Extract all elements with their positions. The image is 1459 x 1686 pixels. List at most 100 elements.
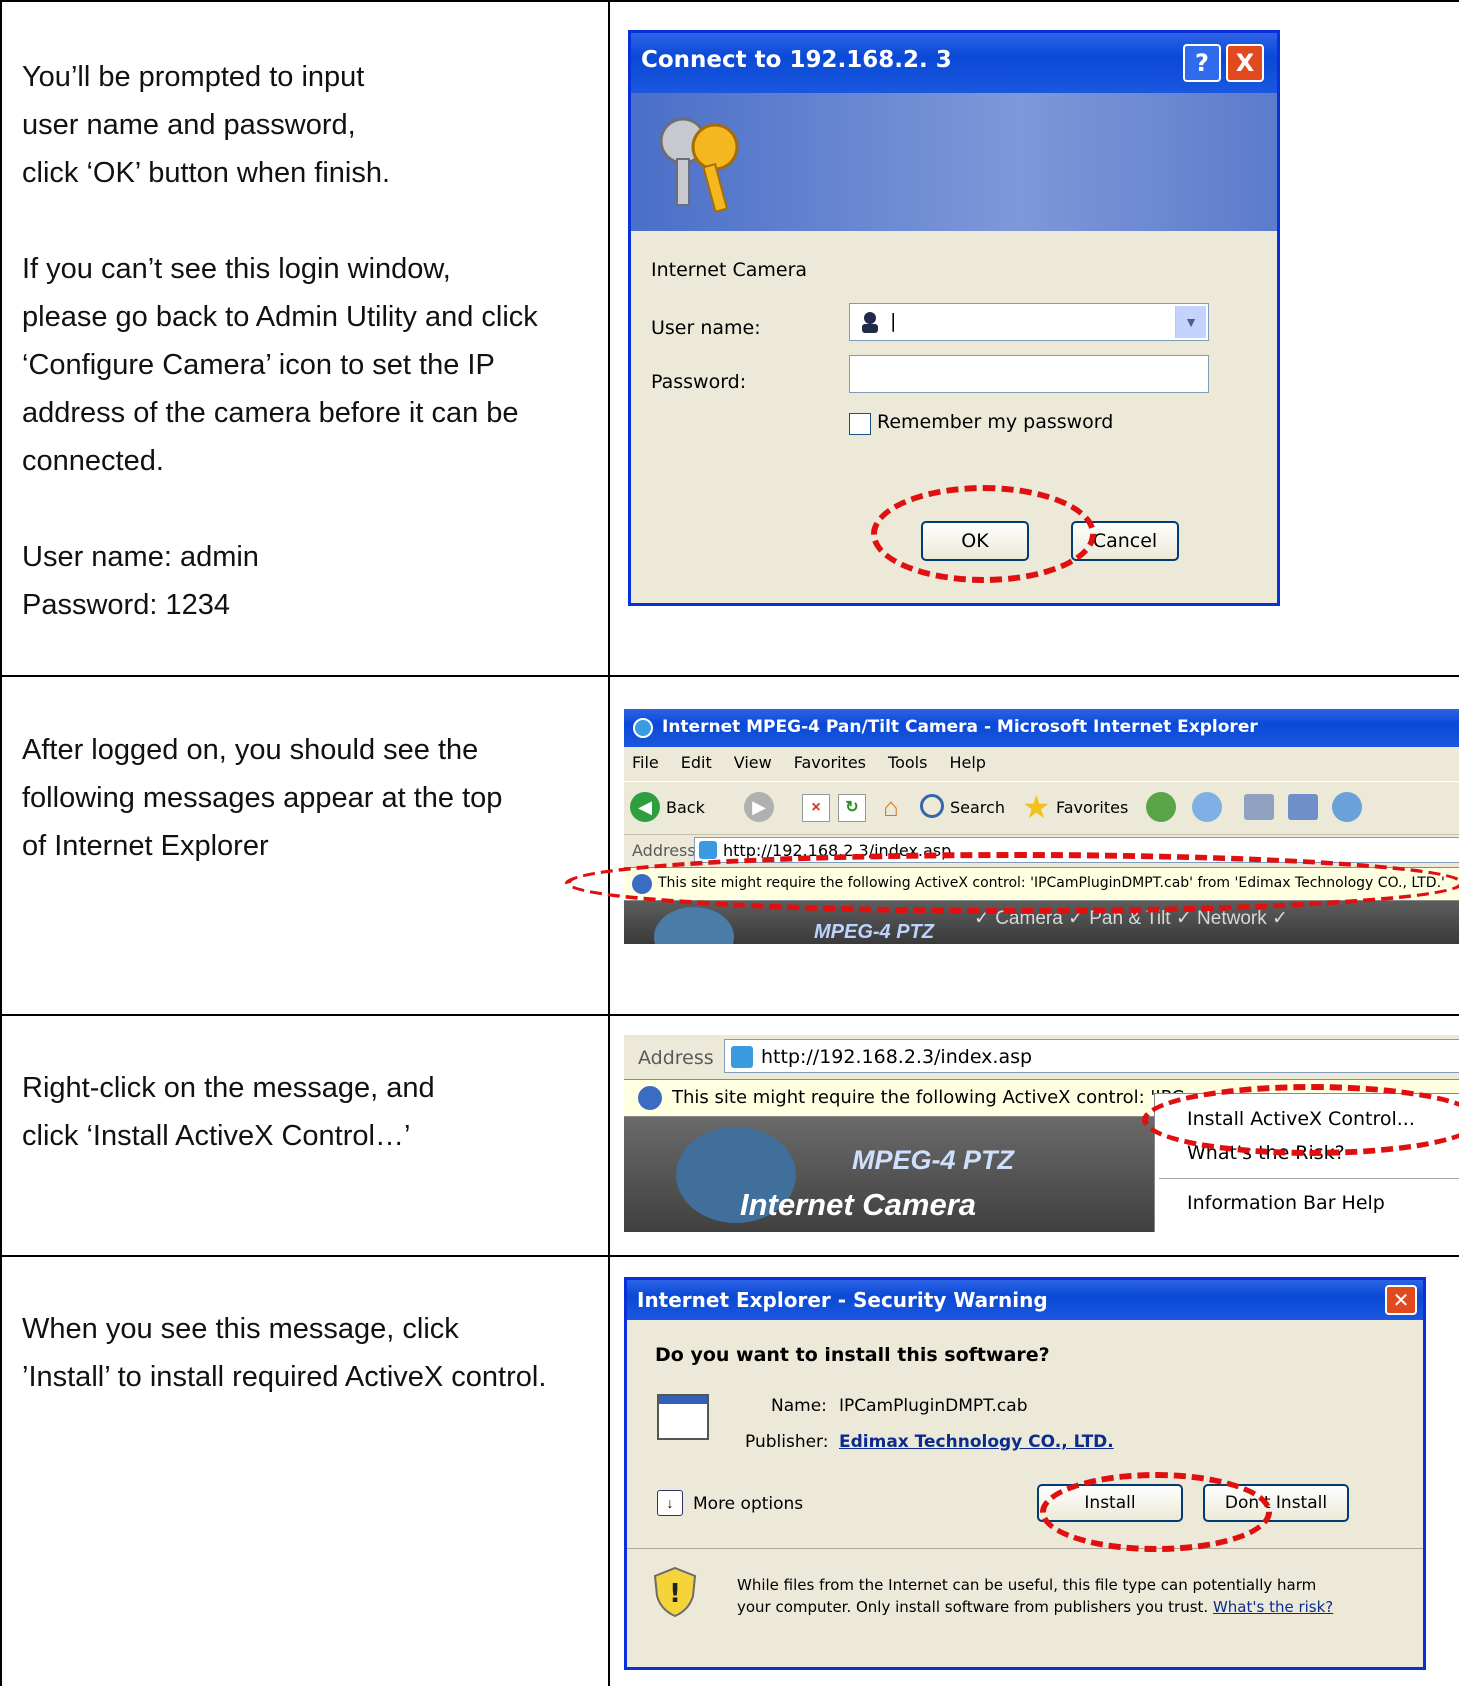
ie-toolbar: ◀ Back ▶ × ↻ ⌂ Search ★ Favorites bbox=[624, 781, 1459, 835]
url-text: http://192.168.2.3/index.asp bbox=[761, 1046, 1033, 1068]
username-field[interactable]: | ▼ bbox=[849, 303, 1209, 341]
refresh-icon[interactable]: ↻ bbox=[838, 794, 866, 822]
username-value: | bbox=[890, 310, 897, 332]
back-arrow-icon[interactable]: ◀ bbox=[630, 792, 660, 822]
home-icon[interactable]: ⌂ bbox=[876, 792, 906, 822]
page-icon bbox=[699, 841, 717, 859]
warning-text-line2: your computer. Only install software fro… bbox=[737, 1598, 1334, 1616]
favorites-star-icon[interactable]: ★ bbox=[1022, 788, 1051, 826]
address-field[interactable]: http://192.168.2.3/index.asp bbox=[724, 1039, 1459, 1073]
stop-icon[interactable]: × bbox=[802, 794, 830, 822]
password-label: Password: bbox=[651, 371, 747, 393]
info-bar-text: This site might require the following Ac… bbox=[672, 1087, 1213, 1108]
warning-text-line1: While files from the Internet can be use… bbox=[737, 1576, 1317, 1594]
search-icon[interactable] bbox=[920, 794, 944, 818]
text-line: connected. bbox=[22, 445, 164, 477]
row-divider bbox=[0, 1255, 1459, 1257]
row1-instructions: You’ll be prompted to input user name an… bbox=[22, 53, 602, 629]
username-label: User name: bbox=[651, 317, 761, 339]
menu-item-info-bar-help[interactable]: Information Bar Help bbox=[1187, 1192, 1385, 1214]
name-value: IPCamPluginDMPT.cab bbox=[839, 1396, 1028, 1416]
row-divider bbox=[0, 675, 1459, 677]
ie-title: Internet MPEG-4 Pan/Tilt Camera - Micros… bbox=[662, 717, 1258, 737]
text-line: following messages appear at the top bbox=[22, 782, 503, 814]
ie-address-bar: Address http://192.168.2.3/index.asp bbox=[624, 1035, 1459, 1077]
address-label: Address bbox=[638, 1047, 714, 1069]
edit-icon[interactable] bbox=[1288, 794, 1318, 820]
table-border-left bbox=[0, 0, 2, 1686]
row4-instructions: When you see this message, click ’Instal… bbox=[22, 1305, 602, 1401]
text-line: When you see this message, click bbox=[22, 1313, 459, 1345]
ie-menubar: File Edit View Favorites Tools Help bbox=[632, 753, 986, 772]
menu-file[interactable]: File bbox=[632, 753, 659, 772]
dialog-title: Internet Explorer - Security Warning bbox=[637, 1288, 1048, 1312]
menu-edit[interactable]: Edit bbox=[681, 753, 712, 772]
table-border-top bbox=[0, 0, 1459, 2]
text-line: user name and password, bbox=[22, 109, 356, 141]
publisher-link[interactable]: Edimax Technology CO., LTD. bbox=[839, 1432, 1114, 1452]
remember-checkbox[interactable] bbox=[849, 413, 871, 435]
back-button[interactable]: Back bbox=[666, 798, 705, 817]
text-line: click ‘Install ActiveX Control…’ bbox=[22, 1120, 411, 1152]
ie-titlebar: Internet MPEG-4 Pan/Tilt Camera - Micros… bbox=[624, 709, 1459, 747]
page-logo-text: MPEG-4 PTZ bbox=[852, 1145, 1015, 1175]
menu-favorites[interactable]: Favorites bbox=[794, 753, 866, 772]
close-button[interactable]: X bbox=[1226, 44, 1264, 82]
security-warning-dialog: Internet Explorer - Security Warning ✕ D… bbox=[624, 1277, 1426, 1670]
row-divider bbox=[0, 1014, 1459, 1016]
highlight-ellipse bbox=[565, 852, 1459, 914]
user-icon bbox=[862, 312, 878, 333]
text-line: If you can’t see this login window, bbox=[22, 253, 451, 285]
print-icon[interactable] bbox=[1244, 794, 1274, 820]
dialog-titlebar: Internet Explorer - Security Warning ✕ bbox=[627, 1280, 1423, 1320]
menu-view[interactable]: View bbox=[734, 753, 772, 772]
history-icon[interactable] bbox=[1146, 792, 1176, 822]
svg-text:!: ! bbox=[669, 1579, 681, 1609]
messenger-icon[interactable] bbox=[1332, 792, 1362, 822]
eye-logo-icon bbox=[654, 907, 734, 944]
text-line: click ‘OK’ button when finish. bbox=[22, 157, 391, 189]
search-button[interactable]: Search bbox=[950, 798, 1005, 817]
text-line: ‘Configure Camera’ icon to set the IP bbox=[22, 349, 495, 381]
forward-arrow-icon[interactable]: ▶ bbox=[744, 792, 774, 822]
shield-icon bbox=[638, 1086, 662, 1110]
credentials-username: User name: admin bbox=[22, 541, 259, 573]
publisher-label: Publisher: bbox=[745, 1432, 829, 1452]
more-options-label[interactable]: More options bbox=[693, 1494, 803, 1514]
warning-shield-icon: ! bbox=[653, 1566, 697, 1618]
credentials-password: Password: 1234 bbox=[22, 589, 230, 621]
dropdown-arrow-icon[interactable]: ▼ bbox=[1175, 306, 1206, 338]
login-dialog: Connect to 192.168.2. 3 ? X Internet Cam… bbox=[628, 30, 1280, 606]
risk-link[interactable]: What's the risk? bbox=[1213, 1598, 1333, 1616]
keys-icon bbox=[659, 117, 739, 213]
close-button[interactable]: ✕ bbox=[1385, 1285, 1417, 1315]
remember-label: Remember my password bbox=[877, 411, 1114, 433]
realm-label: Internet Camera bbox=[651, 259, 808, 281]
menu-help[interactable]: Help bbox=[949, 753, 985, 772]
text-line: address of the camera before it can be bbox=[22, 397, 519, 429]
window-icon bbox=[657, 1394, 709, 1440]
row2-instructions: After logged on, you should see the foll… bbox=[22, 726, 602, 870]
text-line: After logged on, you should see the bbox=[22, 734, 479, 766]
mail-icon[interactable] bbox=[1192, 792, 1222, 822]
name-label: Name: bbox=[771, 1396, 827, 1416]
dialog-question: Do you want to install this software? bbox=[655, 1344, 1050, 1366]
chevron-down-icon[interactable]: ↓ bbox=[657, 1490, 683, 1516]
help-button[interactable]: ? bbox=[1183, 44, 1221, 82]
text-line: Right-click on the message, and bbox=[22, 1072, 435, 1104]
password-field[interactable] bbox=[849, 355, 1209, 393]
page-icon bbox=[731, 1046, 753, 1068]
table-column-divider bbox=[608, 0, 610, 1686]
text-line: You’ll be prompted to input bbox=[22, 61, 365, 93]
menu-separator bbox=[1159, 1178, 1459, 1179]
address-label: Address bbox=[632, 841, 696, 860]
highlight-ellipse bbox=[1142, 1084, 1459, 1156]
row3-instructions: Right-click on the message, and click ‘I… bbox=[22, 1064, 602, 1160]
menu-tools[interactable]: Tools bbox=[888, 753, 927, 772]
dialog-banner bbox=[631, 93, 1277, 231]
favorites-button[interactable]: Favorites bbox=[1056, 798, 1128, 817]
dialog-title: Connect to 192.168.2. 3 bbox=[641, 47, 952, 73]
text-line: please go back to Admin Utility and clic… bbox=[22, 301, 538, 333]
dialog-titlebar: Connect to 192.168.2. 3 ? X bbox=[631, 33, 1277, 93]
ie-logo-icon bbox=[633, 718, 653, 738]
